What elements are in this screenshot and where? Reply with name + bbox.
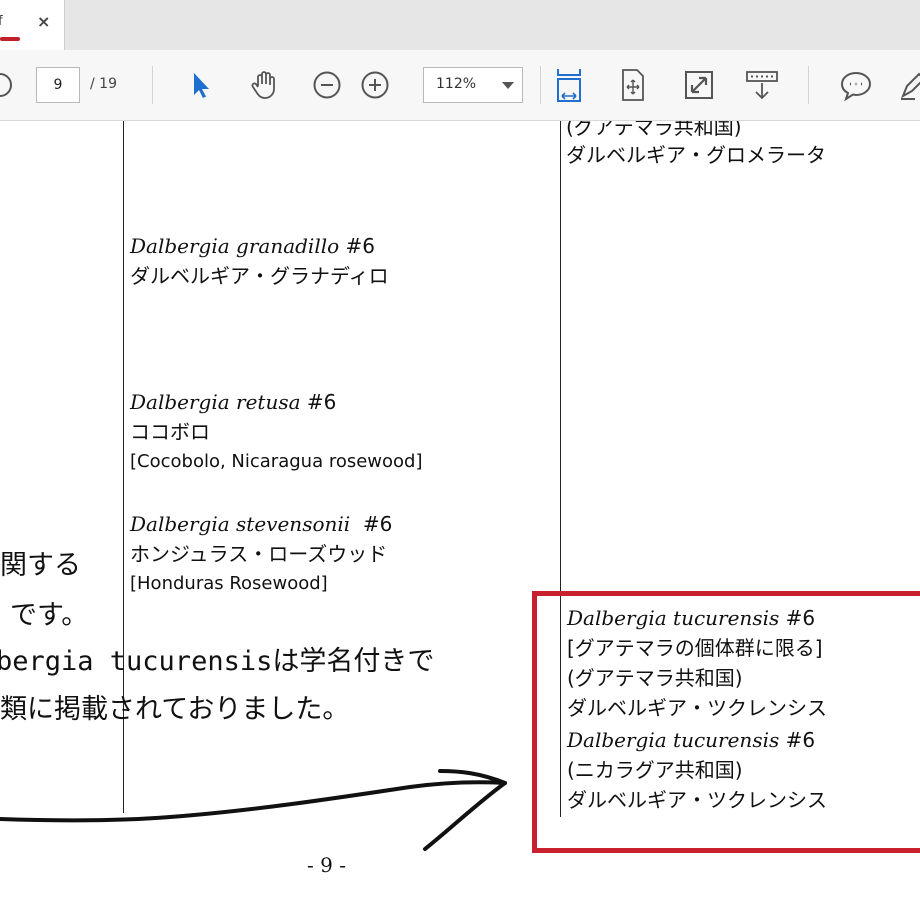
tab-active-indicator — [0, 37, 20, 41]
species-entry: Dalbergia stevensonii #6 ホンジュラス・ローズウッド [… — [130, 509, 392, 599]
select-tool-icon[interactable] — [184, 50, 216, 120]
document-tab[interactable]: f × — [0, 0, 65, 50]
species-common-name: ダルベルギア・グロメラータ — [566, 143, 826, 167]
highlight-pen-icon[interactable] — [898, 50, 920, 120]
toolbar: 9 / 19 112% — [0, 50, 920, 121]
page-total: / 19 — [90, 76, 117, 92]
species-common-name: ダルベルギア・グラナディロ — [130, 264, 389, 288]
species-entry: Dalbergia retusa #6 ココボロ [Cocobolo, Nica… — [130, 387, 422, 477]
tab-bar: f × — [0, 0, 920, 50]
species-common-name: ホンジュラス・ローズウッド — [130, 542, 388, 566]
zoom-value: 112% — [436, 76, 477, 92]
annotation-text-line: bergia tucurensisは学名付きで — [0, 646, 435, 677]
appendix-note: #6 — [345, 234, 376, 258]
species-english-name: [Honduras Rosewood] — [130, 573, 328, 594]
species-english-name: [Cocobolo, Nicaragua rosewood] — [130, 451, 423, 472]
tab-close-icon[interactable]: × — [37, 12, 50, 31]
chevron-down-icon — [502, 82, 514, 89]
zoom-out-icon[interactable] — [310, 50, 344, 120]
species-region: (グアテマラ共和国) — [566, 121, 742, 139]
appendix-note: #6 — [306, 390, 337, 414]
annotation-text-line: 類に掲載されておりました。 — [0, 694, 350, 725]
toolbar-divider — [152, 66, 153, 104]
scroll-mode-icon[interactable] — [744, 50, 780, 120]
page-number-footer: - 9 - — [307, 853, 346, 877]
appendix-note: #6 — [362, 512, 393, 536]
page-number-input[interactable]: 9 — [36, 67, 80, 103]
highlight-box — [532, 591, 920, 853]
document-view[interactable]: (グアテマラ共和国) ダルベルギア・グロメラータ Dalbergia grana… — [0, 121, 920, 920]
annotation-text-line: です。 — [10, 600, 89, 631]
previous-page-icon[interactable] — [0, 50, 14, 120]
species-common-name: ココボロ — [130, 420, 210, 444]
annotation-text-line: 関する — [0, 550, 81, 581]
zoom-select[interactable]: 112% — [423, 67, 523, 103]
species-scientific-name: Dalbergia stevensonii — [130, 512, 351, 536]
tab-label: f — [0, 14, 3, 29]
toolbar-divider — [540, 66, 541, 104]
fit-page-icon[interactable] — [616, 50, 650, 120]
arrow-icon — [0, 769, 507, 851]
table-column-divider — [560, 121, 561, 591]
species-entry: Dalbergia granadillo #6 ダルベルギア・グラナディロ — [130, 231, 389, 291]
comment-icon[interactable] — [838, 50, 874, 120]
hand-tool-icon[interactable] — [246, 50, 282, 120]
fit-width-icon[interactable] — [552, 50, 586, 120]
species-scientific-name: Dalbergia granadillo — [130, 234, 340, 258]
full-screen-icon[interactable] — [682, 50, 716, 120]
species-scientific-name: Dalbergia retusa — [130, 390, 301, 414]
toolbar-divider — [808, 66, 809, 104]
zoom-in-icon[interactable] — [358, 50, 392, 120]
